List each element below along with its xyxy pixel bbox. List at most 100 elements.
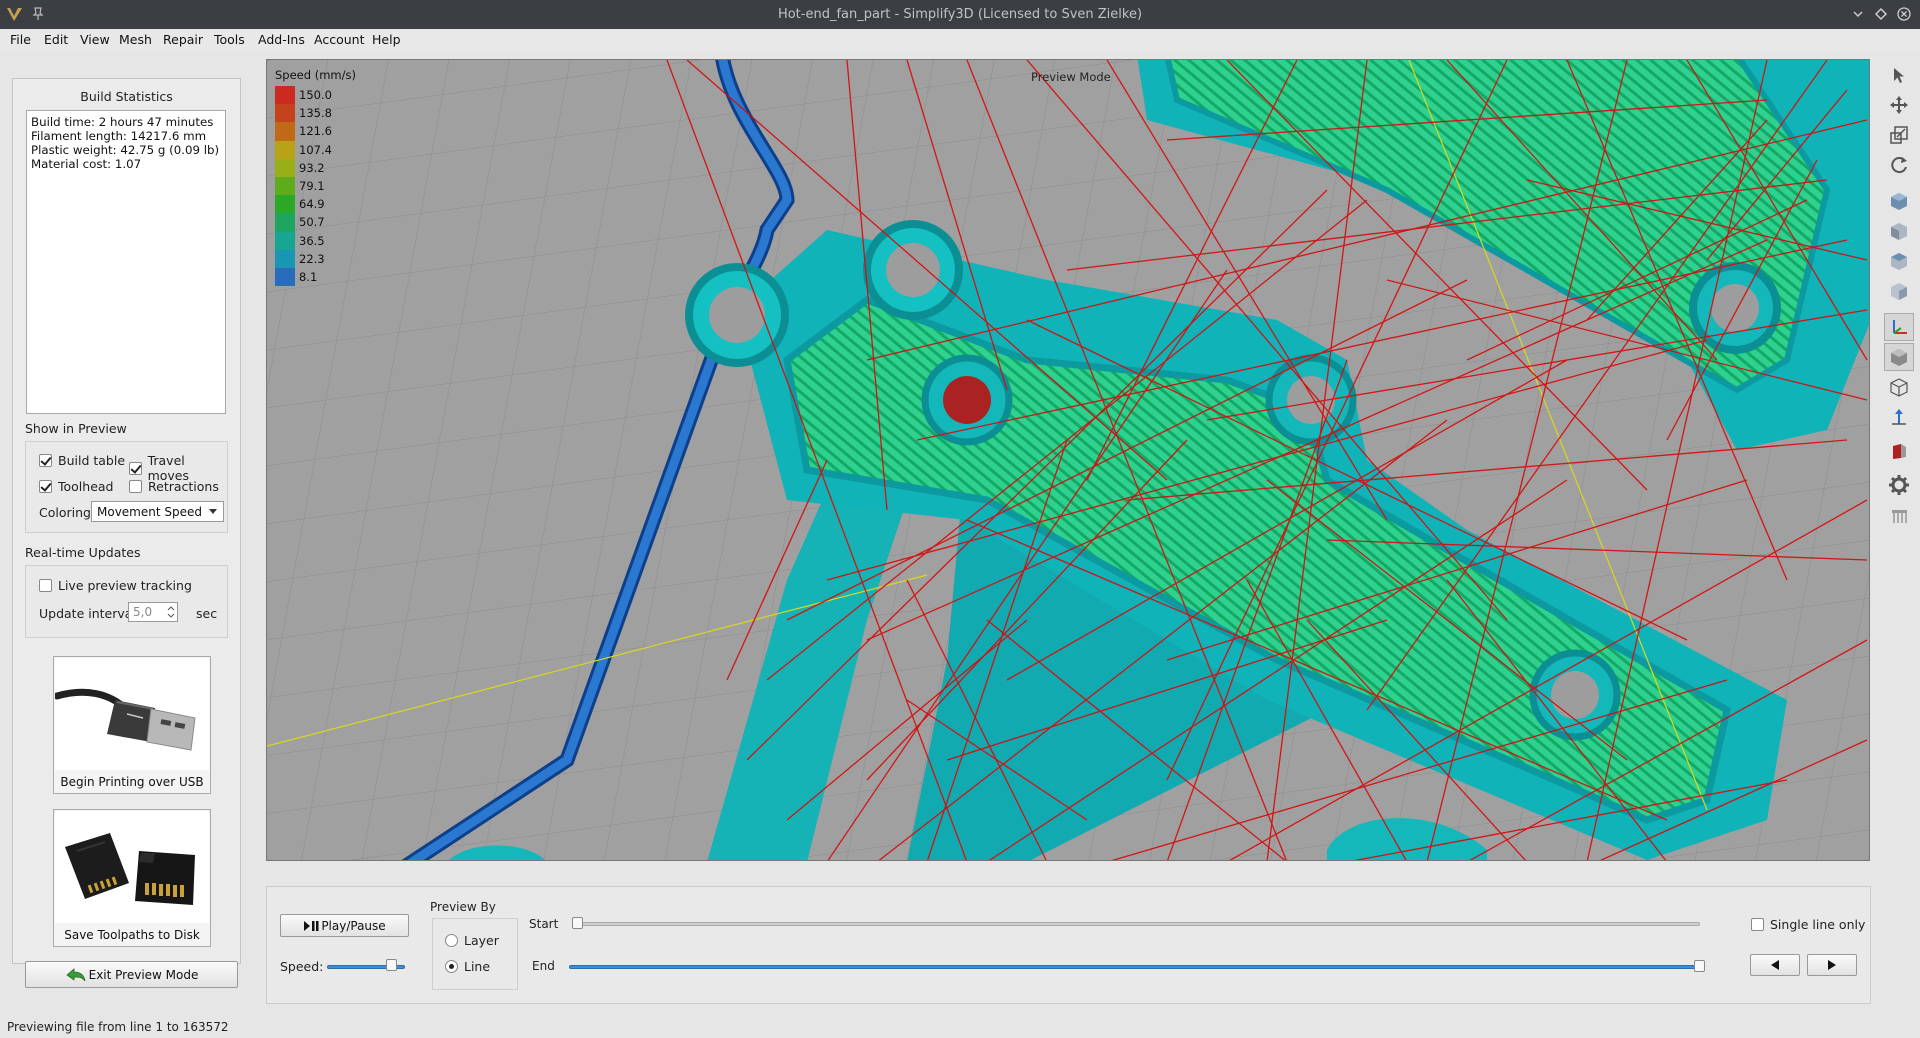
save-toolpaths-button[interactable]: Save Toolpaths to Disk xyxy=(53,809,211,947)
toolpath-scene[interactable] xyxy=(267,60,1870,861)
view-front-tool[interactable] xyxy=(1884,217,1914,245)
coloring-select[interactable]: Movement Speed xyxy=(91,501,224,522)
legend-row: 121.6 xyxy=(275,122,356,141)
stat-build-time: Build time: 2 hours 47 minutes xyxy=(31,115,214,129)
legend-swatch xyxy=(275,195,295,214)
menu-tools[interactable]: Tools xyxy=(214,32,245,47)
retractions-checkbox-box[interactable] xyxy=(129,480,142,493)
preview-by-layer-radio[interactable]: Layer xyxy=(445,933,499,948)
toolhead-checkbox[interactable]: Toolhead xyxy=(39,479,114,494)
exit-preview-mode-button[interactable]: Exit Preview Mode xyxy=(25,961,238,988)
view-iso-tool[interactable] xyxy=(1884,187,1914,215)
build-table-checkbox-box[interactable] xyxy=(39,454,52,467)
menu-mesh[interactable]: Mesh xyxy=(119,32,152,47)
step-forward-button[interactable] xyxy=(1807,954,1857,976)
legend-swatch xyxy=(275,86,295,105)
build-statistics-box: Build time: 2 hours 47 minutes Filament … xyxy=(26,110,226,414)
show-in-preview-title: Show in Preview xyxy=(25,421,127,436)
wireframe-view-tool[interactable] xyxy=(1884,373,1914,401)
maximize-icon[interactable] xyxy=(1873,6,1889,22)
begin-printing-usb-label: Begin Printing over USB xyxy=(60,775,204,789)
left-panel: Build Statistics Build time: 2 hours 47 … xyxy=(12,78,241,964)
preview-by-group: Layer Line xyxy=(432,918,518,990)
scale-icon xyxy=(1890,126,1908,144)
stat-material-cost: Material cost: 1.07 xyxy=(31,157,142,171)
solid-view-tool[interactable] xyxy=(1884,343,1914,371)
build-table-label: Build table xyxy=(58,453,126,468)
legend-title: Speed (mm/s) xyxy=(275,68,356,82)
spin-arrows-icon[interactable] xyxy=(167,605,175,619)
menu-view[interactable]: View xyxy=(80,32,110,47)
layer-radio-dot[interactable] xyxy=(445,934,458,947)
retractions-checkbox[interactable]: Retractions xyxy=(129,479,219,494)
single-line-only-checkbox[interactable]: Single line only xyxy=(1751,917,1865,932)
show-in-preview-group: Build table Travel moves Toolhead Retrac… xyxy=(25,441,228,533)
preview-by-line-radio[interactable]: Line xyxy=(445,959,490,974)
cube-side-icon xyxy=(1891,283,1907,300)
wireframe-cube-icon xyxy=(1890,378,1908,397)
travel-moves-checkbox-box[interactable] xyxy=(129,461,142,475)
end-slider-handle[interactable] xyxy=(1694,960,1705,972)
view-top-tool[interactable] xyxy=(1884,247,1914,275)
rotate-tool[interactable] xyxy=(1884,151,1914,179)
move-tool[interactable] xyxy=(1884,91,1914,119)
cross-section-tool[interactable] xyxy=(1884,437,1914,465)
begin-printing-usb-button[interactable]: Begin Printing over USB xyxy=(53,656,211,794)
legend-value: 150.0 xyxy=(299,88,332,103)
legend-value: 79.1 xyxy=(299,179,325,194)
chevron-down-icon xyxy=(209,509,217,514)
view-toolbar xyxy=(1882,59,1916,1019)
update-interval-value: 5,0 xyxy=(133,605,153,619)
legend-swatch xyxy=(275,267,295,287)
menu-add-ins[interactable]: Add-Ins xyxy=(258,32,305,47)
build-table-checkbox[interactable]: Build table xyxy=(39,453,125,468)
select-tool[interactable] xyxy=(1884,61,1914,89)
legend-swatch xyxy=(275,176,295,196)
build-statistics-heading: Build Statistics xyxy=(80,89,173,104)
legend-swatch xyxy=(275,104,295,123)
toolhead-label: Toolhead xyxy=(58,479,114,494)
settings-tool[interactable] xyxy=(1884,471,1914,499)
cross-section-icon xyxy=(1893,444,1906,459)
legend-rows: 150.0 135.8 121.6 107.4 93.2 79.1 64.9 50.7 36.5… xyxy=(275,86,356,287)
close-icon[interactable] xyxy=(1896,6,1912,22)
toolhead-checkbox-box[interactable] xyxy=(39,480,52,493)
live-preview-tracking-checkbox-box[interactable] xyxy=(39,579,52,592)
title-bar: Hot-end_fan_part - Simplify3D (Licensed … xyxy=(0,0,1920,29)
play-pause-button[interactable]: Play/Pause xyxy=(280,914,409,937)
minimize-icon[interactable] xyxy=(1850,6,1866,22)
support-tool[interactable] xyxy=(1884,501,1914,529)
preview-mode-label: Preview Mode xyxy=(1031,70,1111,84)
step-back-button[interactable] xyxy=(1750,954,1800,976)
legend-row: 135.8 xyxy=(275,104,356,123)
gear-icon xyxy=(1889,475,1909,495)
start-slider-handle[interactable] xyxy=(572,917,583,929)
end-slider-track[interactable] xyxy=(569,965,1703,969)
update-interval-spinbox[interactable]: 5,0 xyxy=(128,602,178,622)
normal-arrow-icon xyxy=(1892,409,1906,425)
preview-viewport[interactable]: Speed (mm/s) 150.0 135.8 121.6 107.4 93.2 79.… xyxy=(266,59,1870,861)
single-line-only-checkbox-box[interactable] xyxy=(1751,918,1764,931)
menu-edit[interactable]: Edit xyxy=(44,32,68,47)
menu-help[interactable]: Help xyxy=(372,32,401,47)
support-pillars-icon xyxy=(1892,510,1907,523)
legend-swatch xyxy=(275,140,295,159)
view-side-tool[interactable] xyxy=(1884,277,1914,305)
normals-tool[interactable] xyxy=(1884,403,1914,431)
update-interval-label: Update interval xyxy=(39,606,136,621)
menu-account[interactable]: Account xyxy=(314,32,364,47)
speed-legend: Speed (mm/s) 150.0 135.8 121.6 107.4 93.2 79.… xyxy=(275,68,356,287)
scale-tool[interactable] xyxy=(1884,121,1914,149)
axes-tool[interactable] xyxy=(1884,313,1914,341)
line-radio-dot[interactable] xyxy=(445,960,458,973)
back-arrow-icon xyxy=(65,967,86,981)
menu-repair[interactable]: Repair xyxy=(163,32,203,47)
live-preview-tracking-checkbox[interactable]: Live preview tracking xyxy=(39,578,192,593)
menu-file[interactable]: File xyxy=(10,32,31,47)
speed-label: Speed: xyxy=(280,959,324,974)
speed-slider-handle[interactable] xyxy=(385,959,397,971)
start-slider-track[interactable] xyxy=(572,922,1700,926)
legend-swatch xyxy=(275,122,295,141)
legend-value: 8.1 xyxy=(299,269,318,284)
legend-value: 36.5 xyxy=(299,233,325,248)
